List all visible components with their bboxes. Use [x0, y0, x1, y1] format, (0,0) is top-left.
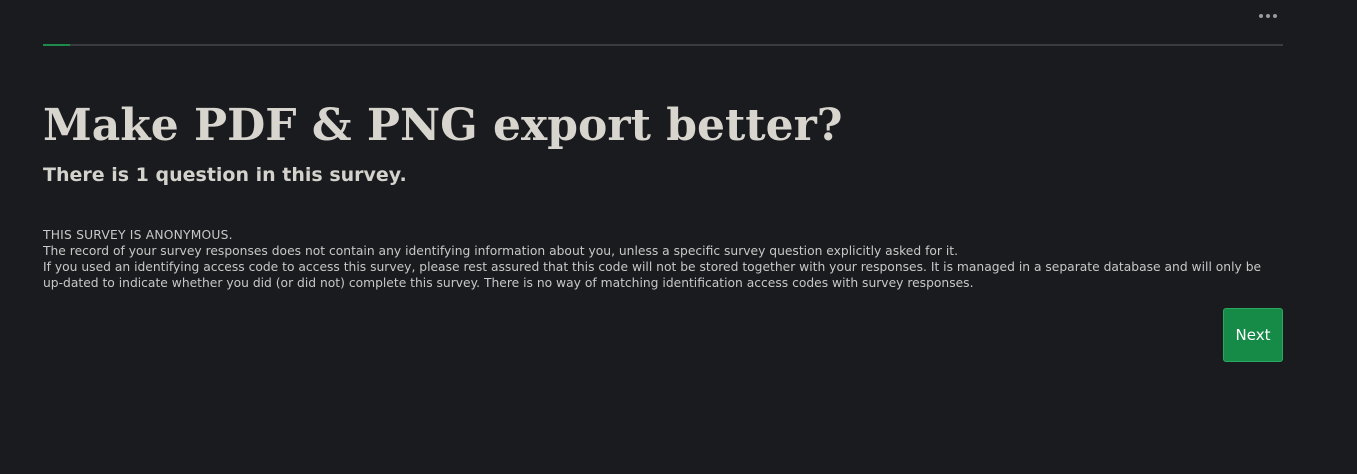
privacy-text-line-1: The record of your survey responses does…	[43, 244, 959, 258]
survey-title: Make PDF & PNG export better?	[43, 100, 843, 151]
privacy-heading: THIS SURVEY IS ANONYMOUS.	[43, 228, 233, 242]
question-count: There is 1 question in this survey.	[43, 164, 407, 186]
progress-bar	[43, 44, 1283, 46]
privacy-text-line-2: If you used an identifying access code t…	[43, 260, 1262, 290]
more-options-button[interactable]	[1250, 6, 1286, 26]
more-horizontal-icon	[1259, 14, 1277, 18]
next-button[interactable]: Next	[1223, 308, 1283, 362]
progress-bar-fill	[43, 44, 71, 46]
privacy-notice: THIS SURVEY IS ANONYMOUS. The record of …	[43, 227, 1278, 291]
